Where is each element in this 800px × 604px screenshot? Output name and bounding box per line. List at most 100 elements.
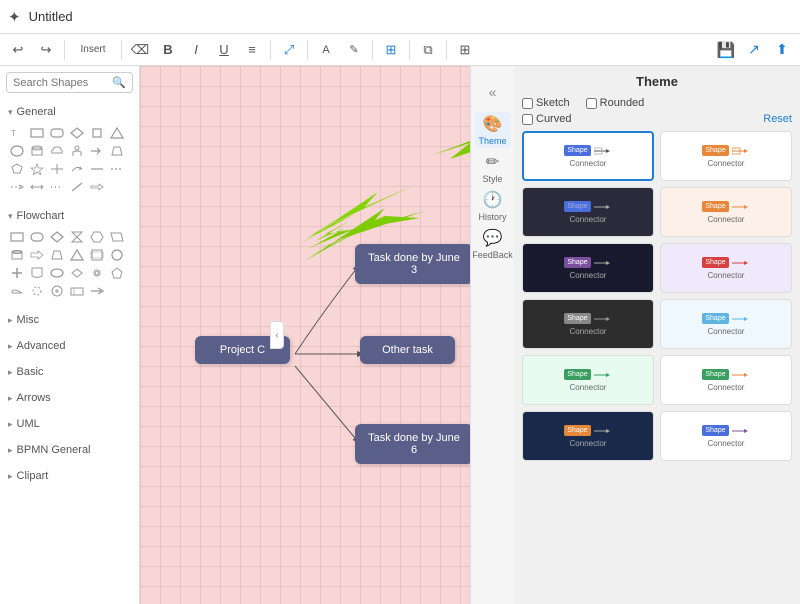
list-button[interactable]: ≡ [240,38,264,62]
fc-parallelogram[interactable] [108,229,126,245]
shape-person[interactable] [68,143,86,159]
fc-cross[interactable] [8,265,26,281]
shape-arrow-dashed[interactable] [8,179,26,195]
shape-rect[interactable] [28,125,46,141]
theme-card-1[interactable]: Shape Connector [522,131,654,181]
category-header-basic[interactable]: ▸ Basic [8,363,131,381]
copy-button[interactable]: ⧉ [416,38,440,62]
category-header-clipart[interactable]: ▸ Clipart [8,467,131,485]
theme-card-8[interactable]: Shape Connector [660,299,792,349]
connector-button[interactable]: ⤢ [277,38,301,62]
category-header-bpmn[interactable]: ▸ BPMN General [8,441,131,459]
fc-triangle[interactable] [68,247,86,263]
fc-hexagon[interactable] [88,229,106,245]
delete-button[interactable]: ⌫ [128,38,152,62]
color-button[interactable]: A [314,38,338,62]
shape-text[interactable]: T [8,125,26,141]
theme-card-3[interactable]: Shape Connector [522,187,654,237]
fc-circle[interactable] [108,247,126,263]
shape-parallelogram[interactable] [88,125,106,141]
shape-star[interactable] [28,161,46,177]
shape-curved-arrow[interactable] [68,161,86,177]
shape-diagonal[interactable] [68,179,86,195]
shape-trapezoid[interactable] [108,143,126,159]
fc-arrow[interactable] [28,247,46,263]
fc-diamond[interactable] [48,229,66,245]
share-button[interactable]: ↗ [742,38,766,62]
fc-hourglass[interactable] [68,229,86,245]
export-button[interactable]: ⬆ [770,38,794,62]
insert-button[interactable]: Insert [71,38,115,62]
category-header-general[interactable]: ▾ General [8,103,131,121]
theme-card-9[interactable]: Shape Connector [522,355,654,405]
shape-thick-arrow[interactable] [88,179,106,195]
fc-rect3[interactable] [68,283,86,299]
rounded-checkbox-label[interactable]: Rounded [586,97,645,109]
fc-arrow2[interactable] [88,283,106,299]
bold-button[interactable]: B [156,38,180,62]
collapse-right-button[interactable]: « [475,74,511,110]
table-button[interactable]: ⊞ [453,38,477,62]
feedback-icon-button[interactable]: 💬 FeedBack [475,226,511,262]
fc-gear[interactable] [88,265,106,281]
theme-card-6[interactable]: Shape Connector [660,243,792,293]
shape-pentagon[interactable] [8,161,26,177]
shape-circle[interactable] [8,143,26,159]
curved-checkbox[interactable] [522,114,533,125]
theme-card-2[interactable]: Shape Connector [660,131,792,181]
category-header-misc[interactable]: ▸ Misc [8,311,131,329]
shape-cloud[interactable] [48,143,66,159]
fc-diamond2[interactable] [68,265,86,281]
history-icon-button[interactable]: 🕐 History [475,188,511,224]
italic-button[interactable]: I [184,38,208,62]
collapse-left-button[interactable]: ‹ [270,321,284,349]
fc-cylinder[interactable] [8,247,26,263]
theme-card-5[interactable]: Shape Connector [522,243,654,293]
redo-button[interactable]: ↪ [34,38,58,62]
shape-rounded-rect[interactable] [48,125,66,141]
style-icon-button[interactable]: ✏ Style [475,150,511,186]
shape-dashed-line[interactable] [108,161,126,177]
fc-rect[interactable] [8,229,26,245]
category-header-uml[interactable]: ▸ UML [8,415,131,433]
node-task-june3[interactable]: Task done by June 3 [355,244,470,284]
rounded-checkbox[interactable] [586,98,597,109]
fc-rect2[interactable] [88,247,106,263]
canvas-area[interactable]: ‹ [140,66,470,604]
category-header-arrows[interactable]: ▸ Arrows [8,389,131,407]
theme-card-12[interactable]: Shape Connector [660,411,792,461]
theme-card-11[interactable]: Shape Connector [522,411,654,461]
shape-dotted[interactable] [48,179,66,195]
node-other-task[interactable]: Other task [360,336,455,364]
underline-button[interactable]: U [212,38,236,62]
shape-cylinder[interactable] [28,143,46,159]
theme-card-10[interactable]: Shape Connector [660,355,792,405]
undo-button[interactable]: ↩ [6,38,30,62]
curved-checkbox-label[interactable]: Curved [522,113,571,125]
shape-arrow-right[interactable] [88,143,106,159]
fc-arrows-circle[interactable] [28,283,46,299]
fc-trapezoid[interactable] [48,247,66,263]
search-box[interactable]: 🔍 [6,72,133,93]
node-task-june6[interactable]: Task done by June 6 [355,424,470,464]
embed-button[interactable]: ⊞ [379,38,403,62]
fc-oval[interactable] [48,265,66,281]
highlight-button[interactable]: ✎ [342,38,366,62]
search-input[interactable] [13,77,108,89]
shape-diamond[interactable] [68,125,86,141]
theme-icon-button[interactable]: 🎨 Theme [475,112,511,148]
theme-card-4[interactable]: Shape Connector [660,187,792,237]
fc-doc[interactable] [28,265,46,281]
shape-cross-arrow[interactable] [48,161,66,177]
save-button[interactable]: 💾 [714,38,738,62]
fc-plus-circle[interactable] [48,283,66,299]
fc-rounded[interactable] [28,229,46,245]
category-header-advanced[interactable]: ▸ Advanced [8,337,131,355]
category-header-flowchart[interactable]: ▾ Flowchart [8,207,131,225]
fc-semicircle[interactable] [8,283,26,299]
sketch-checkbox[interactable] [522,98,533,109]
reset-button[interactable]: Reset [763,113,792,125]
fc-pentagon[interactable] [108,265,126,281]
theme-card-7[interactable]: Shape Connector [522,299,654,349]
shape-line[interactable] [88,161,106,177]
